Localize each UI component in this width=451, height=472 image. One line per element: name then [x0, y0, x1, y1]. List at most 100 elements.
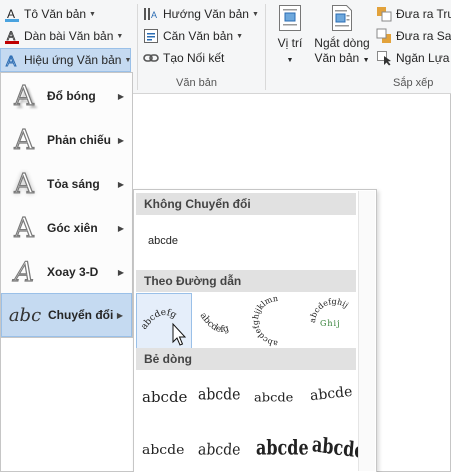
- text-outline-icon: A: [4, 28, 20, 44]
- chevron-down-icon: ▼: [236, 32, 243, 40]
- svg-text:Ghij: Ghij: [320, 319, 341, 328]
- bevel-icon: A: [14, 212, 35, 244]
- position-icon: [277, 4, 303, 32]
- chevron-right-icon: ▶: [117, 135, 124, 145]
- position-caret: ▼: [286, 57, 294, 64]
- selection-pane-icon: [376, 50, 392, 66]
- align-text-button[interactable]: Căn Văn bản ▼: [143, 26, 243, 46]
- menu-item-transform[interactable]: abc Chuyển đổi ▶: [1, 293, 132, 337]
- svg-text:A: A: [7, 29, 15, 43]
- svg-text:A: A: [6, 53, 16, 68]
- warp-option-7[interactable]: abcde: [252, 430, 309, 470]
- menu-item-label: Xoay 3-D: [47, 265, 99, 279]
- warp-option-8[interactable]: abcde: [308, 430, 365, 470]
- create-link-label: Tạo Nối kết: [163, 51, 225, 65]
- selection-pane-button[interactable]: Ngăn Lựa: [376, 48, 449, 68]
- svg-text:abcdefghijklmn: abcdefghijklmn: [251, 294, 279, 348]
- path-arch-down-option[interactable]: abcdefg: [194, 293, 250, 349]
- svg-text:A: A: [151, 10, 157, 20]
- button-preview: abcdefghij Ghij: [308, 297, 350, 328]
- chevron-right-icon: ▶: [116, 310, 123, 320]
- link-icon: [143, 50, 159, 66]
- warp-sample-6: abcde: [197, 441, 241, 459]
- text-fill-button[interactable]: A Tô Văn bản ▼: [4, 4, 96, 24]
- arch-up-preview: abcdefg: [139, 308, 187, 346]
- transform-icon: abc: [8, 304, 42, 326]
- bring-forward-label: Đưa ra Trư: [396, 7, 451, 21]
- warp-sample-4: abcde: [309, 383, 354, 405]
- text-effects-menu: A Đổ bóng ▶ A Phản chiếu ▶ A Tỏa sáng ▶ …: [0, 72, 133, 338]
- create-link-button[interactable]: Tạo Nối kết: [143, 48, 224, 68]
- chevron-right-icon: ▶: [117, 91, 124, 101]
- menu-item-label: Đổ bóng: [47, 89, 96, 103]
- warp-option-5[interactable]: abcde: [140, 430, 196, 470]
- warp-sample-3: abcde: [254, 391, 294, 406]
- selection-pane-label: Ngăn Lựa: [396, 51, 450, 65]
- no-transform-option[interactable]: abcde: [140, 220, 200, 264]
- path-sample-3: abcdefghijklmn: [251, 294, 279, 348]
- divider: [137, 4, 138, 90]
- warp-option-2[interactable]: abcde: [196, 374, 252, 420]
- warp-option-6[interactable]: abcde: [196, 430, 252, 470]
- text-outline-label: Dàn bài Văn bản: [24, 29, 114, 43]
- warp-option-4[interactable]: abcde: [308, 374, 364, 420]
- text-fill-label: Tô Văn bản: [24, 7, 87, 21]
- position-button[interactable]: Vị trí ▼: [272, 4, 308, 68]
- send-backward-icon: [376, 28, 392, 44]
- menu-item-3d-rotation[interactable]: A Xoay 3-D ▶: [1, 250, 132, 294]
- chevron-right-icon: ▶: [117, 267, 124, 277]
- gallery-scrollbar[interactable]: [358, 191, 375, 471]
- path-sample-2: abcdefg: [198, 311, 231, 335]
- reflection-icon: A: [14, 124, 35, 156]
- shadow-icon: A: [14, 80, 35, 112]
- menu-item-reflection[interactable]: A Phản chiếu ▶: [1, 118, 132, 162]
- send-backward-label: Đưa ra Sau: [396, 29, 451, 43]
- text-direction-label: Hướng Văn bản: [163, 7, 249, 21]
- group-label-arrange: Sắp xếp: [393, 77, 434, 89]
- chevron-right-icon: ▶: [117, 179, 124, 189]
- send-backward-button[interactable]: Đưa ra Sau: [376, 26, 451, 46]
- warp-option-1[interactable]: abcde: [140, 374, 196, 420]
- wrap-text-button[interactable]: Ngắt dòng Văn bản ▼: [311, 4, 373, 68]
- text-effects-button[interactable]: A Hiệu ứng Văn bản ▼: [0, 48, 131, 72]
- section-header-follow-path: Theo Đường dẫn: [136, 270, 356, 292]
- circle-preview: abcdefghijklmn: [251, 294, 279, 348]
- menu-item-shadow[interactable]: A Đổ bóng ▶: [1, 74, 132, 118]
- path-button-option[interactable]: abcdefghij Ghij: [306, 293, 362, 349]
- text-direction-button[interactable]: A Hướng Văn bản ▼: [143, 4, 259, 24]
- chevron-down-icon: ▼: [251, 10, 259, 18]
- text-direction-icon: A: [143, 6, 159, 22]
- svg-text:abcdefg: abcdefg: [198, 311, 231, 335]
- text-effects-label: Hiệu ứng Văn bản: [24, 53, 122, 67]
- section-header-no-transform: Không Chuyển đổi: [136, 193, 356, 215]
- menu-item-label: Chuyển đổi: [48, 308, 114, 322]
- 3d-rotation-icon: A: [10, 256, 38, 288]
- arch-down-preview: abcdefg: [198, 311, 231, 335]
- align-text-label: Căn Văn bản: [163, 29, 234, 43]
- section-header-warp: Bẻ dòng: [136, 348, 356, 370]
- path-circle-option[interactable]: abcdefghijklmn: [250, 293, 306, 349]
- chevron-down-icon: ▼: [124, 56, 132, 64]
- position-label: Vị trí: [277, 36, 303, 50]
- path-arch-up-option[interactable]: abcdefg: [136, 293, 192, 349]
- text-outline-button[interactable]: A Dàn bài Văn bản ▼: [4, 26, 123, 46]
- chevron-down-icon: ▼: [116, 32, 124, 40]
- sample-text: abcde: [148, 235, 178, 247]
- menu-item-label: Góc xiên: [47, 221, 98, 235]
- path-sample-1: abcdefg: [139, 308, 178, 332]
- text-fill-icon: A: [4, 6, 20, 22]
- svg-text:abcdefg: abcdefg: [139, 308, 178, 332]
- bring-forward-button[interactable]: Đưa ra Trư: [376, 4, 451, 24]
- menu-item-bevel[interactable]: A Góc xiên ▶: [1, 206, 132, 250]
- menu-item-glow[interactable]: A Tỏa sáng ▶: [1, 162, 132, 206]
- transform-gallery: Không Chuyển đổi abcde Theo Đường dẫn ab…: [133, 189, 377, 472]
- text-effects-icon: A: [4, 52, 20, 71]
- chevron-right-icon: ▶: [117, 223, 124, 233]
- warp-option-3[interactable]: abcde: [252, 374, 308, 420]
- glow-icon: A: [14, 168, 35, 200]
- warp-sample-5: abcde: [142, 442, 185, 458]
- chevron-down-icon: ▼: [89, 10, 96, 18]
- menu-item-label: Tỏa sáng: [47, 177, 100, 191]
- divider: [265, 4, 266, 90]
- svg-text:A: A: [7, 7, 15, 21]
